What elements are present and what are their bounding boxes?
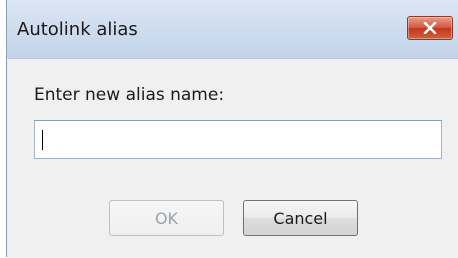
dialog-window: Autolink alias Enter new alias name: OK … — [6, 0, 458, 258]
dialog-content: Enter new alias name: OK Cancel — [8, 58, 458, 258]
cancel-button[interactable]: Cancel — [243, 200, 358, 236]
alias-name-label: Enter new alias name: — [34, 85, 225, 105]
text-caret — [42, 130, 43, 150]
ok-button[interactable]: OK — [109, 200, 224, 236]
close-icon — [423, 22, 437, 34]
window-title: Autolink alias — [17, 19, 138, 40]
close-button[interactable] — [407, 16, 453, 40]
alias-name-input[interactable] — [34, 120, 442, 159]
title-bar[interactable]: Autolink alias — [7, 0, 458, 58]
